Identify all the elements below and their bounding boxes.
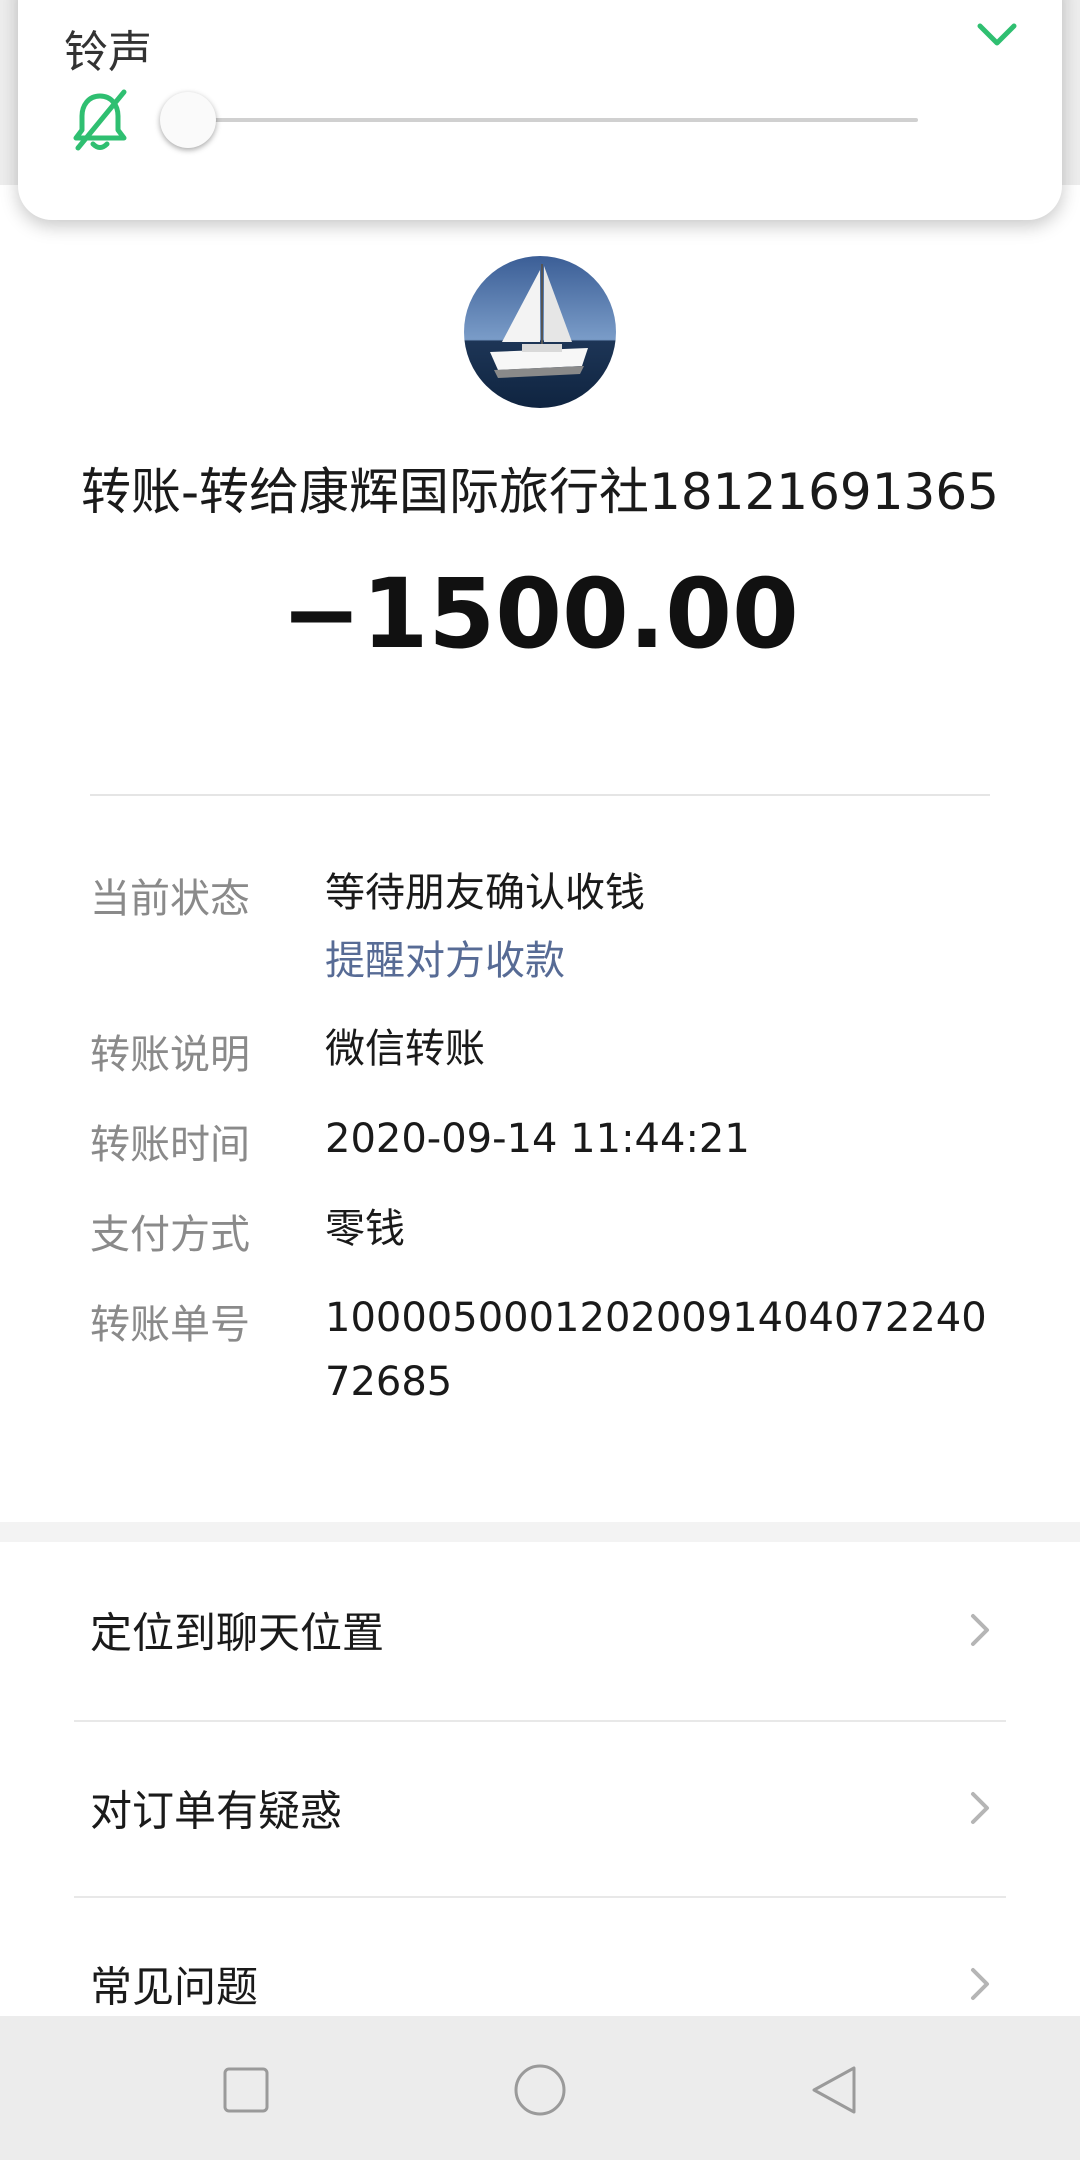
order-question-label: 对订单有疑惑 <box>90 1786 343 1836</box>
section-separator <box>0 1522 1080 1542</box>
order-question-item[interactable]: 对订单有疑惑 <box>74 1720 1006 1896</box>
volume-title: 铃声 <box>64 27 152 78</box>
home-icon[interactable] <box>510 2060 570 2120</box>
volume-panel: 铃声 <box>18 0 1062 220</box>
volume-track[interactable] <box>188 118 918 122</box>
chevron-right-icon <box>971 1614 989 1646</box>
time-value: 2020-09-14 11:44:21 <box>325 1116 750 1162</box>
transfer-amount: −1500.00 <box>281 558 799 670</box>
status-label: 当前状态 <box>90 876 250 922</box>
faq-label: 常见问题 <box>90 1962 259 2012</box>
payee-avatar <box>464 256 616 408</box>
order-label: 转账单号 <box>90 1302 250 1348</box>
divider <box>90 794 990 796</box>
method-value: 零钱 <box>325 1206 405 1252</box>
order-value: 1000050001202009140407224072685 <box>325 1295 987 1405</box>
time-label: 转账时间 <box>90 1122 250 1168</box>
locate-chat-label: 定位到聊天位置 <box>90 1608 385 1658</box>
chevron-right-icon <box>971 1968 989 2000</box>
chevron-down-icon[interactable] <box>972 10 1022 60</box>
back-icon[interactable] <box>804 2060 864 2120</box>
remind-recipient-link[interactable]: 提醒对方收款 <box>325 928 565 986</box>
note-value: 微信转账 <box>325 1026 485 1072</box>
method-label: 支付方式 <box>90 1212 250 1258</box>
sailboat-image <box>464 256 616 408</box>
recent-apps-icon[interactable] <box>216 2060 276 2120</box>
status-value: 等待朋友确认收钱 <box>325 870 645 916</box>
system-navigation-bar <box>0 2016 1080 2160</box>
payee-title: 转账-转给康辉国际旅行社18121691365 <box>81 463 999 521</box>
volume-slider-thumb[interactable] <box>160 92 216 148</box>
bell-off-icon[interactable] <box>68 88 132 154</box>
transfer-detail-screen: 铃声 转账-转给康辉国际旅行社18121691365 −1500.00 当前状态… <box>0 0 1080 2160</box>
locate-chat-item[interactable]: 定位到聊天位置 <box>74 1542 1006 1718</box>
chevron-right-icon <box>971 1792 989 1824</box>
note-label: 转账说明 <box>90 1032 250 1078</box>
